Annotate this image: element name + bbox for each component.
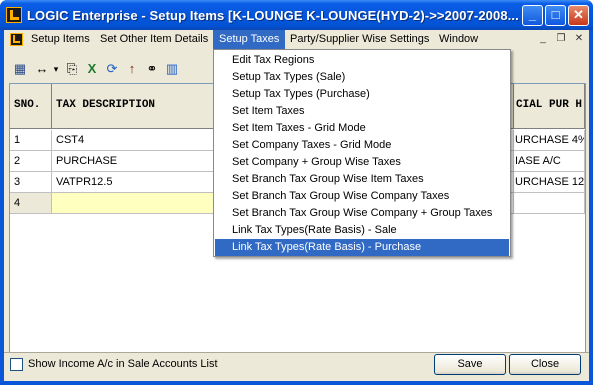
grid-icon[interactable]: ▦ — [12, 61, 28, 77]
column-header-special-purchase[interactable]: CIAL PUR H — [514, 84, 585, 129]
menu-edit-tax-regions[interactable]: Edit Tax Regions — [215, 52, 509, 69]
menu-party-supplier-wise-settings[interactable]: Party/Supplier Wise Settings — [284, 30, 435, 49]
excel-icon[interactable]: X — [84, 61, 100, 77]
window-title: LOGIC Enterprise - Setup Items [K-LOUNGE… — [27, 8, 519, 23]
cell-sno[interactable]: 1 — [10, 130, 52, 150]
menu-set-other-item-details[interactable]: Set Other Item Details — [94, 30, 214, 49]
cell-sno[interactable]: 4 — [10, 193, 52, 213]
menu-set-company-group-taxes[interactable]: Set Company + Group Wise Taxes — [215, 154, 509, 171]
title-bar[interactable]: LOGIC Enterprise - Setup Items [K-LOUNGE… — [0, 0, 593, 30]
menu-branch-company-group-taxes[interactable]: Set Branch Tax Group Wise Company + Grou… — [215, 205, 509, 222]
menu-window[interactable]: Window — [433, 30, 484, 49]
close-window-button[interactable]: ✕ — [568, 5, 589, 26]
menu-setup-tax-types-purchase[interactable]: Setup Tax Types (Purchase) — [215, 86, 509, 103]
copy-icon[interactable]: ⎘ — [64, 61, 80, 77]
menu-link-tax-types-purchase[interactable]: Link Tax Types(Rate Basis) - Purchase — [215, 239, 509, 256]
cell-sno[interactable]: 3 — [10, 172, 52, 192]
maximize-button[interactable]: □ — [545, 5, 566, 26]
menu-branch-company-taxes[interactable]: Set Branch Tax Group Wise Company Taxes — [215, 188, 509, 205]
show-income-label: Show Income A/c in Sale Accounts List — [28, 358, 218, 370]
menu-setup-items[interactable]: Setup Items — [25, 30, 96, 49]
mdi-close-button[interactable]: ✕ — [572, 33, 586, 46]
minimize-button[interactable]: _ — [522, 5, 543, 26]
menu-bar: Setup Items Set Other Item Details Setup… — [4, 30, 589, 49]
cell-special-purchase[interactable]: URCHASE 12.5 — [514, 172, 585, 192]
chart-icon[interactable]: ▥ — [164, 61, 180, 77]
column-header-sno[interactable]: SNO. — [10, 84, 52, 129]
menu-set-item-taxes[interactable]: Set Item Taxes — [215, 103, 509, 120]
main-window: LOGIC Enterprise - Setup Items [K-LOUNGE… — [0, 0, 593, 385]
refresh-icon[interactable]: ⟳ — [104, 61, 120, 77]
cell-special-purchase[interactable]: URCHASE 4% — [514, 130, 585, 150]
menu-set-item-taxes-grid[interactable]: Set Item Taxes - Grid Mode — [215, 120, 509, 137]
menu-link-tax-types-sale[interactable]: Link Tax Types(Rate Basis) - Sale — [215, 222, 509, 239]
mdi-minimize-button[interactable]: _ — [536, 33, 550, 46]
menu-setup-tax-types-sale[interactable]: Setup Tax Types (Sale) — [215, 69, 509, 86]
document-logo-icon[interactable] — [10, 33, 23, 46]
save-button[interactable]: Save — [434, 354, 506, 375]
app-logo-icon — [6, 7, 22, 23]
cell-special-purchase[interactable]: IASE A/C — [514, 151, 585, 171]
menu-set-company-taxes-grid[interactable]: Set Company Taxes - Grid Mode — [215, 137, 509, 154]
up-arrow-icon[interactable]: ↑ — [124, 61, 140, 77]
setup-taxes-dropdown: Edit Tax Regions Setup Tax Types (Sale) … — [213, 49, 511, 257]
binoculars-icon[interactable]: ⚭ — [144, 61, 160, 77]
dropdown-icon[interactable]: ▾ — [48, 61, 64, 77]
mdi-restore-button[interactable]: ❐ — [554, 33, 568, 46]
cell-special-purchase[interactable] — [514, 193, 585, 213]
show-income-checkbox[interactable] — [10, 358, 23, 371]
toolbar: ▦ ↔ ▾ ⎘ X ⟳ ↑ ⚭ ▥ — [8, 57, 218, 81]
close-button[interactable]: Close — [509, 354, 581, 375]
footer-divider — [4, 352, 589, 353]
cell-sno[interactable]: 2 — [10, 151, 52, 171]
menu-setup-taxes[interactable]: Setup Taxes — [213, 30, 286, 49]
menu-branch-item-taxes[interactable]: Set Branch Tax Group Wise Item Taxes — [215, 171, 509, 188]
